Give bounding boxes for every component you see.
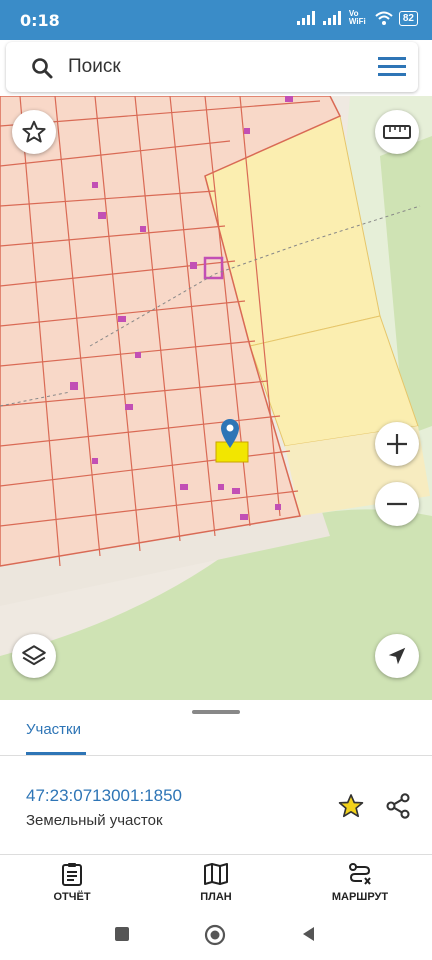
- vowifi-label: Vo WiFi: [348, 9, 366, 26]
- report-button[interactable]: ОТЧЁТ: [22, 862, 122, 903]
- tab-parcels[interactable]: Участки: [26, 721, 81, 738]
- cadastral-number[interactable]: 47:23:0713001:1850: [26, 786, 182, 806]
- star-outline-icon: [22, 120, 46, 143]
- tab-divider: [0, 755, 432, 756]
- ruler-button[interactable]: [375, 110, 419, 154]
- plus-icon: [387, 434, 407, 454]
- recents-icon[interactable]: [112, 924, 132, 944]
- share-icon[interactable]: [384, 792, 412, 820]
- cadastral-map[interactable]: [0, 96, 432, 702]
- status-bar: 0:18 Vo WiFi 82: [0, 0, 432, 40]
- ruler-icon: [383, 125, 411, 139]
- sheet-drag-handle[interactable]: [192, 710, 240, 714]
- home-icon[interactable]: [204, 924, 226, 946]
- signal-icon-2: [322, 11, 341, 25]
- battery-icon: 82: [398, 10, 418, 26]
- navigation-arrow-icon: [388, 647, 406, 665]
- selected-parcel[interactable]: [215, 441, 249, 463]
- minus-icon: [387, 502, 407, 506]
- plan-label: ПЛАН: [200, 891, 232, 903]
- zoom-out-button[interactable]: [375, 482, 419, 526]
- back-icon[interactable]: [298, 924, 318, 944]
- my-location-button[interactable]: [375, 634, 419, 678]
- report-icon: [62, 863, 82, 886]
- search-input[interactable]: Поиск: [68, 56, 121, 78]
- search-icon[interactable]: [30, 56, 54, 80]
- favorites-button[interactable]: [12, 110, 56, 154]
- layers-button[interactable]: [12, 634, 56, 678]
- layers-icon: [22, 645, 46, 666]
- zoom-in-button[interactable]: [375, 422, 419, 466]
- map-icon: [204, 863, 228, 885]
- plan-button[interactable]: ПЛАН: [166, 862, 266, 903]
- map-view[interactable]: [0, 96, 432, 702]
- route-button[interactable]: МАРШРУТ: [310, 862, 410, 903]
- wifi-icon: [375, 11, 393, 25]
- parcel-type: Земельный участок: [26, 812, 163, 829]
- parcel-list-item[interactable]: [0, 770, 432, 850]
- search-bar[interactable]: Поиск: [6, 42, 418, 92]
- report-label: ОТЧЁТ: [53, 891, 91, 903]
- status-time: 0:18: [20, 11, 60, 30]
- bottom-nav-divider: [0, 854, 432, 855]
- menu-icon[interactable]: [378, 56, 406, 78]
- route-icon: [349, 863, 371, 885]
- favorite-star-icon[interactable]: [337, 792, 365, 820]
- signal-icon: [296, 11, 315, 25]
- status-icons: Vo WiFi 82: [296, 9, 418, 26]
- route-label: МАРШРУТ: [331, 891, 389, 903]
